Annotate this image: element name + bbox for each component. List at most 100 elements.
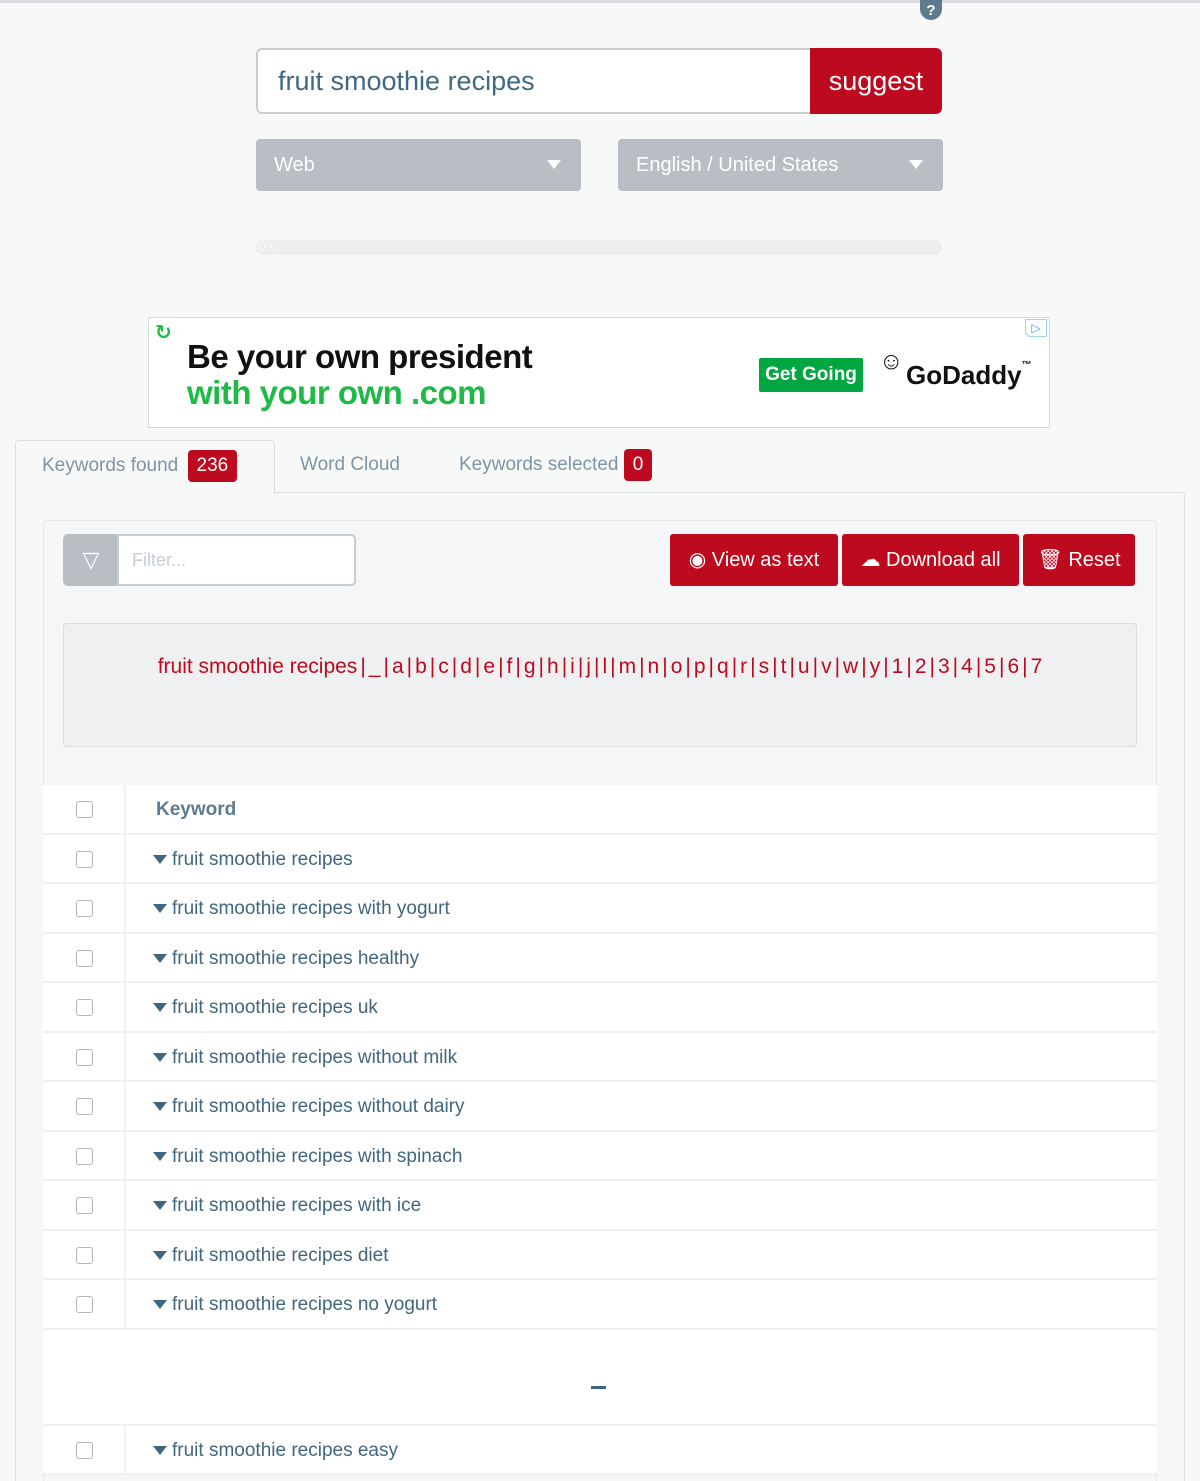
letter-link[interactable]: a xyxy=(392,655,404,678)
table-row[interactable]: fruit smoothie recipes without dairy xyxy=(43,1082,1157,1132)
letter-link[interactable]: u xyxy=(798,655,810,678)
keyword-cell[interactable]: fruit smoothie recipes healthy xyxy=(153,934,419,983)
filter-input[interactable]: Filter... xyxy=(117,534,356,586)
letter-link[interactable]: w xyxy=(843,655,858,678)
letter-link[interactable]: c xyxy=(438,655,449,678)
tab-keywords-found[interactable]: Keywords found 236 xyxy=(15,440,275,494)
table-row[interactable]: fruit smoothie recipes no yogurt xyxy=(43,1280,1157,1330)
row-checkbox[interactable] xyxy=(76,1147,93,1165)
caret-down-icon[interactable] xyxy=(153,1201,167,1211)
tab-word-cloud[interactable]: Word Cloud xyxy=(300,440,400,494)
row-checkbox[interactable] xyxy=(76,1441,93,1459)
tab-keywords-found-label: Keywords found xyxy=(42,455,179,476)
caret-down-icon[interactable] xyxy=(153,854,167,864)
keyword-cell[interactable]: fruit smoothie recipes without dairy xyxy=(153,1082,465,1131)
suggest-button[interactable]: suggest xyxy=(810,48,942,114)
table-row[interactable]: fruit smoothie recipes with yogurt xyxy=(43,884,1157,934)
keyword-cell[interactable]: fruit smoothie recipes with spinach xyxy=(153,1132,462,1181)
row-checkbox[interactable] xyxy=(76,1197,93,1214)
row-checkbox[interactable] xyxy=(76,1246,93,1264)
letter-link[interactable]: s xyxy=(759,655,770,678)
letter-link[interactable]: e xyxy=(483,655,495,678)
question-icon[interactable]: ? xyxy=(920,0,942,20)
adchoices-icon[interactable]: ▷ xyxy=(1025,319,1047,337)
download-all-button[interactable]: ☁ Download all xyxy=(842,534,1019,586)
letter-link[interactable]: 3 xyxy=(938,655,950,678)
keyword-text: fruit smoothie recipes with ice xyxy=(172,1195,422,1216)
view-as-text-button[interactable]: ◉ View as text xyxy=(670,534,838,586)
keywords-selected-badge: 0 xyxy=(623,448,653,481)
letter-link[interactable]: 5 xyxy=(984,655,996,678)
table-row[interactable]: fruit smoothie recipes xyxy=(43,834,1157,884)
tab-word-cloud-label: Word Cloud xyxy=(300,454,400,475)
letter-link[interactable]: y xyxy=(870,655,881,678)
caret-down-icon[interactable] xyxy=(153,1445,167,1455)
search-input[interactable]: fruit smoothie recipes xyxy=(256,48,812,114)
ad-cta-button[interactable]: Get Going xyxy=(759,358,863,392)
letter-separator: | xyxy=(952,655,959,678)
keyword-cell[interactable]: fruit smoothie recipes without milk xyxy=(153,1033,457,1082)
collapse-dash-icon[interactable] xyxy=(591,1385,606,1389)
row-checkbox[interactable] xyxy=(76,999,93,1016)
letter-separator: | xyxy=(639,655,645,678)
letter-separator: | xyxy=(789,655,795,678)
letter-link[interactable]: v xyxy=(821,655,832,678)
source-select[interactable]: Web xyxy=(256,139,581,191)
letter-link[interactable]: q xyxy=(717,655,729,678)
row-checkbox[interactable] xyxy=(76,1098,93,1115)
letter-link[interactable]: m xyxy=(619,655,637,678)
letter-link[interactable]: 7 xyxy=(1031,655,1043,678)
letter-separator: | xyxy=(538,655,544,678)
table-row[interactable]: fruit smoothie recipes healthy xyxy=(43,933,1157,983)
advertisement-banner[interactable]: ↻ Be your own president with your own .c… xyxy=(148,317,1050,428)
row-checkbox[interactable] xyxy=(76,1296,93,1313)
letter-link[interactable]: p xyxy=(694,655,706,678)
keyword-cell[interactable]: fruit smoothie recipes with yogurt xyxy=(153,884,450,933)
keyword-cell[interactable]: fruit smoothie recipes uk xyxy=(153,983,378,1032)
language-select[interactable]: English / United States xyxy=(618,139,943,191)
letter-link-all[interactable]: fruit smoothie recipes xyxy=(158,655,358,678)
caret-down-icon[interactable] xyxy=(153,953,167,963)
letter-link[interactable]: 6 xyxy=(1007,655,1019,678)
letter-link[interactable]: 2 xyxy=(915,655,927,678)
caret-down-icon[interactable] xyxy=(153,1250,167,1260)
keyword-cell[interactable]: fruit smoothie recipes easy xyxy=(153,1426,398,1475)
caret-down-icon[interactable] xyxy=(153,1003,167,1013)
row-checkbox[interactable] xyxy=(76,850,93,868)
letter-link[interactable]: _ xyxy=(369,655,381,678)
keyword-cell[interactable]: fruit smoothie recipes diet xyxy=(153,1231,389,1280)
caret-down-icon[interactable] xyxy=(153,1151,167,1161)
table-row[interactable]: fruit smoothie recipes easy xyxy=(43,1425,1157,1475)
letter-link[interactable]: o xyxy=(671,655,683,678)
row-checkbox[interactable] xyxy=(76,949,93,967)
table-row[interactable]: fruit smoothie recipes uk xyxy=(43,983,1157,1033)
caret-down-icon[interactable] xyxy=(153,1052,167,1062)
keyword-cell[interactable]: fruit smoothie recipes xyxy=(153,835,353,884)
caret-down-icon[interactable] xyxy=(153,904,167,914)
table-row[interactable]: fruit smoothie recipes with spinach xyxy=(43,1131,1157,1181)
column-divider xyxy=(124,1131,126,1179)
letter-link[interactable]: n xyxy=(648,655,660,678)
row-checkbox[interactable] xyxy=(76,900,93,917)
keyword-cell[interactable]: fruit smoothie recipes with ice xyxy=(153,1181,421,1230)
letter-link[interactable]: 1 xyxy=(892,655,904,678)
letter-link[interactable]: b xyxy=(415,655,427,678)
caret-down-icon[interactable] xyxy=(153,1102,167,1112)
letter-link[interactable]: d xyxy=(460,655,472,678)
table-row[interactable]: fruit smoothie recipes without milk xyxy=(43,1032,1157,1082)
caret-down-icon[interactable] xyxy=(153,1300,167,1310)
select-all-checkbox[interactable] xyxy=(76,801,93,818)
letter-separator: | xyxy=(383,655,389,678)
table-row[interactable]: fruit smoothie recipes diet xyxy=(43,1230,1157,1280)
row-checkbox[interactable] xyxy=(76,1048,93,1066)
ad-headline: Be your own president xyxy=(187,338,533,375)
tab-keywords-selected[interactable]: Keywords selected 0 xyxy=(459,440,653,494)
letter-link[interactable]: h xyxy=(547,655,559,678)
letter-link[interactable]: 4 xyxy=(961,655,973,678)
letter-link[interactable]: g xyxy=(524,655,536,678)
table-row[interactable]: fruit smoothie recipes with ice xyxy=(43,1181,1157,1231)
keyword-cell[interactable]: fruit smoothie recipes no yogurt xyxy=(153,1280,437,1329)
reset-button[interactable]: 🗑︎ Reset xyxy=(1023,534,1135,586)
column-divider xyxy=(124,884,126,932)
column-divider xyxy=(124,785,126,833)
